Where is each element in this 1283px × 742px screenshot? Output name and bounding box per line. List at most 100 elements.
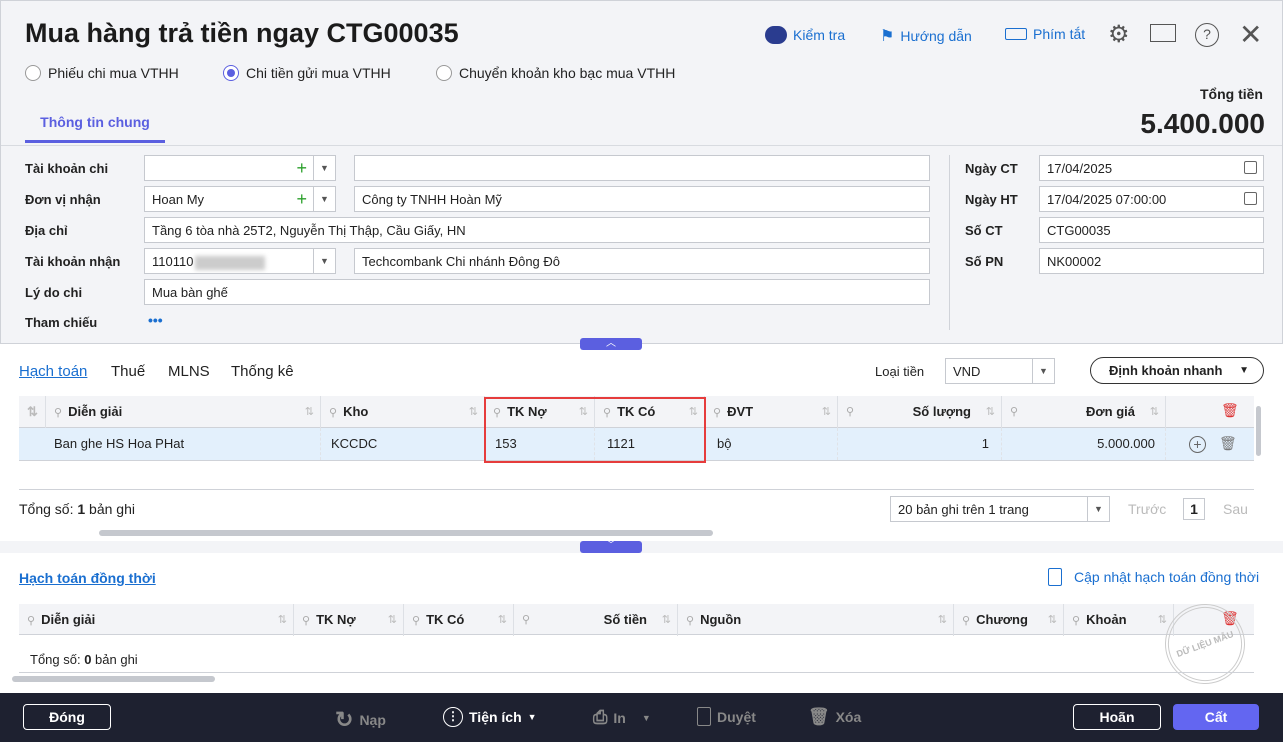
sim-col-dien-giai[interactable]: ⚲ Diễn giải ⇅ — [19, 604, 294, 636]
sim-col-nguon[interactable]: ⚲ Nguồn ⇅ — [678, 604, 954, 636]
next-page-button[interactable]: Sau — [1223, 501, 1248, 517]
close-icon[interactable]: ✕ — [1239, 18, 1262, 51]
add-row-icon[interactable]: + — [1189, 436, 1206, 453]
tab-general-info[interactable]: Thông tin chung — [25, 103, 165, 143]
delete-button[interactable]: 🗑 Xóa — [808, 707, 861, 727]
label-tk-chi: Tài khoản chi — [25, 161, 109, 176]
reload-button[interactable]: ↻ Nạp — [335, 707, 386, 733]
cell-dvt[interactable]: bộ — [705, 428, 838, 460]
don-vi-name[interactable]: Công ty TNHH Hoàn Mỹ — [354, 186, 930, 212]
approve-button[interactable]: Duyệt — [697, 707, 756, 726]
col-dvt[interactable]: ⚲ ĐVT ⇅ — [705, 396, 838, 428]
s: bản ghi — [85, 501, 135, 517]
delete-row-icon[interactable]: 🗑 — [1219, 435, 1237, 452]
sim-col-tk-co[interactable]: ⚲ TK Có ⇅ — [404, 604, 514, 636]
ly-do-input[interactable]: Mua bàn ghế — [144, 279, 930, 305]
collapse-up-button[interactable]: ︿ — [580, 338, 642, 350]
value: 17/04/2025 — [1047, 161, 1113, 176]
calendar-icon[interactable] — [1244, 192, 1257, 205]
shortcut-button[interactable]: Phím tắt — [1005, 26, 1085, 42]
keyboard-icon — [1005, 28, 1027, 40]
sim-col-khoan[interactable]: ⚲ Khoản ⇅ — [1064, 604, 1174, 636]
label-tham-chieu: Tham chiếu — [25, 315, 98, 330]
h: Chương — [976, 612, 1028, 627]
chevron-down-icon[interactable]: ▼ — [313, 156, 335, 180]
tab-hach-toan[interactable]: Hạch toán — [19, 363, 87, 380]
chevron-down-icon: ▼ — [527, 712, 537, 722]
dia-chi-input[interactable]: Tầng 6 tòa nhà 25T2, Nguyễn Thị Thập, Cầ… — [144, 217, 930, 243]
h: Kho — [343, 404, 369, 419]
print-button[interactable]: ⎙ In ▼ — [593, 707, 651, 728]
chevron-down-icon[interactable]: ▼ — [313, 249, 335, 273]
tk-nhan-bank[interactable]: Techcombank Chi nhánh Đông Đô — [354, 248, 930, 274]
col-so-luong[interactable]: ⚲ Số lượng ⇅ — [838, 396, 1002, 428]
page-number[interactable]: 1 — [1183, 498, 1205, 520]
so-ct-input[interactable]: CTG00035 — [1039, 217, 1264, 243]
signpost-icon: ⚑ — [880, 28, 895, 45]
horizontal-scrollbar[interactable] — [99, 530, 713, 536]
shortcut-label: Phím tắt — [1033, 26, 1086, 42]
sim-title-link[interactable]: Hạch toán đồng thời — [19, 570, 156, 586]
prev-page-button[interactable]: Trước — [1128, 501, 1166, 517]
col-don-gia[interactable]: ⚲ Đơn giá ⇅ — [1002, 396, 1166, 428]
guide-button[interactable]: ⚑ Hướng dẫn — [880, 26, 972, 46]
radio-chuyen-khoan[interactable]: Chuyển khoản kho bạc mua VTHH — [436, 65, 675, 81]
collapse-down-button[interactable]: ﹀ — [580, 541, 642, 553]
chevron-down-icon[interactable]: ▼ — [313, 187, 335, 211]
calendar-icon[interactable] — [1244, 161, 1257, 174]
col-kho[interactable]: ⚲ Kho ⇅ — [321, 396, 485, 428]
h: Số tiền — [603, 612, 647, 627]
row-sort[interactable]: ⇅ — [19, 396, 46, 428]
radio-chi-tien-gui[interactable]: Chi tiền gửi mua VTHH — [223, 65, 391, 81]
vertical-scrollbar[interactable] — [1256, 406, 1261, 456]
radio-phieu-chi[interactable]: Phiếu chi mua VTHH — [25, 65, 179, 81]
don-vi-input[interactable]: Hoan My + ▼ — [144, 186, 336, 212]
h: Nguồn — [700, 612, 742, 627]
update-sim-button[interactable]: Cập nhật hạch toán đồng thời — [1048, 568, 1259, 586]
label-dia-chi: Địa chỉ — [25, 223, 68, 238]
blurred-region — [195, 255, 266, 270]
close-button[interactable]: Đóng — [23, 704, 111, 730]
label: Định khoản nhanh — [1109, 363, 1223, 378]
tk-chi-desc[interactable] — [354, 155, 930, 181]
gear-icon[interactable]: ⚙ — [1108, 20, 1130, 49]
mail-icon[interactable] — [1150, 24, 1176, 42]
cell-dien-giai[interactable]: Ban ghe HS Hoa PHat — [46, 428, 321, 460]
help-icon[interactable]: ? — [1195, 23, 1219, 47]
save-button[interactable]: Cất — [1173, 704, 1259, 730]
sim-col-so-tien[interactable]: ⚲ Số tiền ⇅ — [514, 604, 678, 636]
cell-so-luong[interactable]: 1 — [838, 428, 1002, 460]
cell-kho[interactable]: KCCDC — [321, 428, 485, 460]
h: Diễn giải — [68, 404, 123, 419]
tk-chi-input[interactable]: + ▼ — [144, 155, 336, 181]
add-icon[interactable]: + — [296, 157, 307, 179]
s: bản ghi — [91, 652, 138, 667]
ngay-ht-input[interactable]: 17/04/2025 07:00:00 — [1039, 186, 1264, 212]
value: VND — [953, 364, 981, 379]
delete-all-icon[interactable]: 🗑 — [1221, 402, 1239, 419]
postpone-button[interactable]: Hoãn — [1073, 704, 1161, 730]
paging-select[interactable]: 20 bản ghi trên 1 trang ▼ — [890, 496, 1110, 522]
quick-entry-button[interactable]: Định khoản nhanh ▼ — [1090, 357, 1264, 384]
value: 110110 — [152, 254, 194, 269]
add-icon[interactable]: + — [296, 188, 307, 210]
tab-thong-ke[interactable]: Thống kê — [231, 363, 294, 380]
so-pn-input[interactable]: NK00002 — [1039, 248, 1264, 274]
tab-mlns[interactable]: MLNS — [168, 363, 210, 380]
col-dien-giai[interactable]: ⚲ Diễn giải ⇅ — [46, 396, 321, 428]
utilities-button[interactable]: ⋮ Tiện ích ▼ — [443, 707, 537, 727]
total-label: Tổng tiền — [1200, 86, 1263, 102]
sim-horizontal-scrollbar[interactable] — [12, 676, 215, 682]
check-button[interactable]: Kiểm tra — [765, 26, 845, 44]
document-icon — [697, 707, 711, 726]
sim-col-tk-no[interactable]: ⚲ TK Nợ ⇅ — [294, 604, 404, 636]
ngay-ct-input[interactable]: 17/04/2025 — [1039, 155, 1264, 181]
currency-select[interactable]: VND ▼ — [945, 358, 1055, 384]
label-tk-nhan: Tài khoản nhận — [25, 254, 121, 269]
tab-thue[interactable]: Thuế — [111, 363, 145, 380]
currency-label: Loại tiền — [875, 364, 925, 379]
sim-col-chuong[interactable]: ⚲ Chương ⇅ — [954, 604, 1064, 636]
tk-nhan-input[interactable]: 110110 ▼ — [144, 248, 336, 274]
cell-don-gia[interactable]: 5.000.000 — [1002, 428, 1166, 460]
more-icon[interactable]: ••• — [148, 312, 163, 328]
